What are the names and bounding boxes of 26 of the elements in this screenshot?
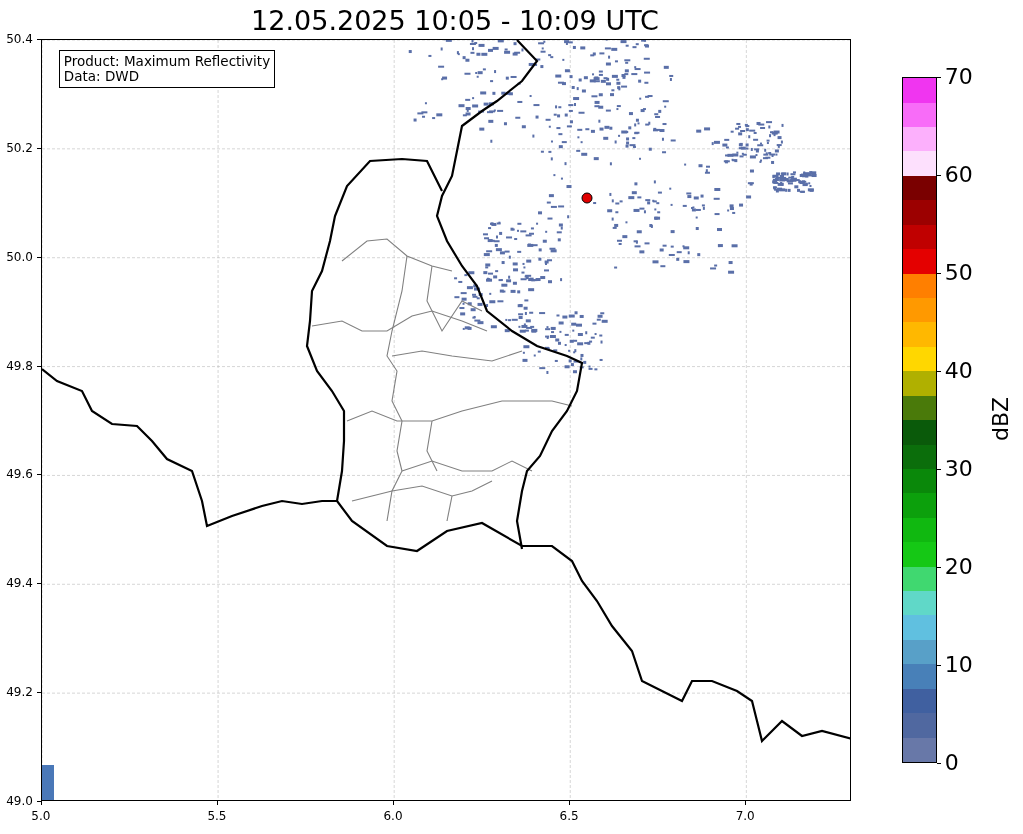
y-tick-label: 50.4 [6, 32, 33, 46]
y-tick-label: 49.2 [6, 685, 33, 700]
x-tick-label: 6.0 [383, 809, 403, 823]
y-tick-label: 49.8 [6, 358, 33, 373]
color-scale-tick-label: 70 [944, 65, 973, 89]
y-tick-label: 49.0 [6, 794, 33, 808]
y-tick-label: 50.0 [6, 249, 33, 264]
color-scale-tick-label: 10 [944, 653, 973, 677]
x-tick-label: 6.5 [559, 809, 579, 823]
color-scale-tick-label: 0 [944, 751, 959, 775]
y-tick-label: 49.4 [6, 576, 33, 591]
x-tick-label: 7.0 [735, 809, 755, 823]
color-scale-tick-label: 60 [944, 163, 973, 187]
radar-site-marker [581, 192, 593, 204]
x-tick-label: 5.0 [31, 809, 51, 823]
color-scale-tick-label: 30 [944, 457, 973, 481]
color-scale-tick-label: 40 [944, 359, 973, 383]
color-scale-tick-label: 20 [944, 555, 973, 579]
color-scale-unit-label: dBZ [988, 396, 1013, 442]
color-scale-tick-label: 50 [944, 261, 973, 285]
legend-text: Data: DWD [63, 69, 141, 84]
chart-title: 12.05.2025 10:05 - 10:09 UTC [250, 4, 660, 38]
y-tick-label: 50.2 [6, 140, 33, 155]
x-tick-label: 5.5 [207, 809, 227, 823]
legend-text: Product: Maximum Reflectivity [63, 54, 271, 69]
y-tick-label: 49.6 [6, 467, 33, 482]
